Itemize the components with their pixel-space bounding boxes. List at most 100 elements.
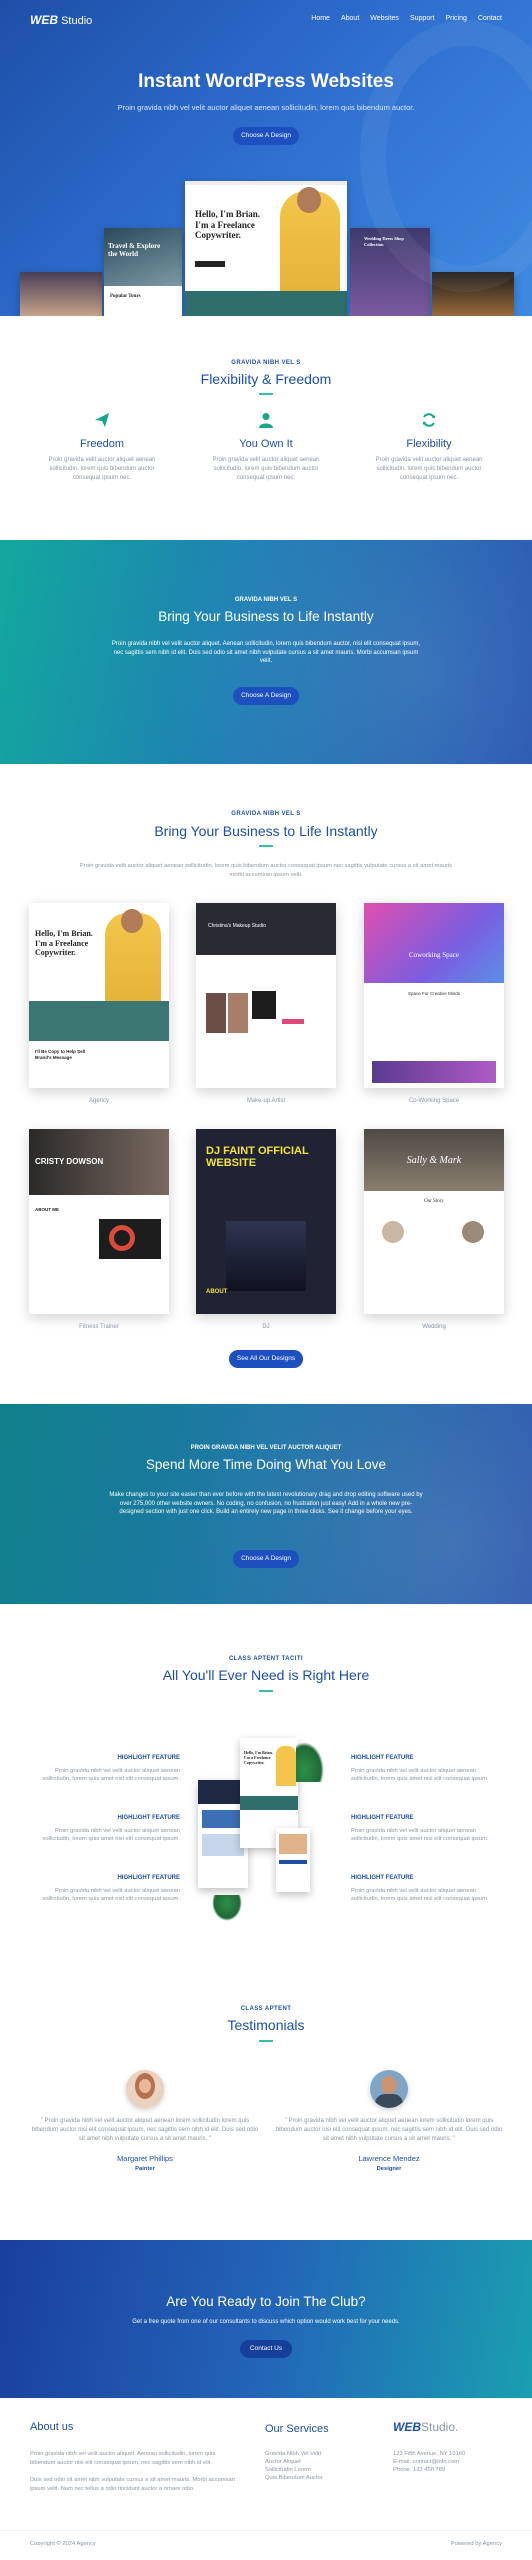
highlight-text: Proin gravida nibh vel velit auctor aliq… <box>351 1828 489 1842</box>
testimonial-name: Margaret Phillips <box>117 2154 173 2163</box>
person-icon <box>201 412 331 434</box>
cta-title: Are You Ready to Join The Club? <box>166 2294 366 2309</box>
mockup-store <box>432 272 514 316</box>
footer-services-title: Our Services <box>265 2423 329 2435</box>
nav-link-home[interactable]: Home <box>311 15 330 22</box>
feature-text: Proin gravida velit auctor aliquet aenea… <box>48 457 156 481</box>
contact-us-button[interactable]: Contact Us <box>240 2340 292 2358</box>
feature-title: You Own It <box>239 438 293 450</box>
feature-title: Flexibility <box>406 438 452 450</box>
refresh-icon <box>364 412 494 434</box>
feature-own-it: You Own It Proin gravida velit auctor al… <box>201 412 331 483</box>
design-card-agency[interactable]: Hello, I'm Brian. I'm a Freelance Copywr… <box>29 903 169 1088</box>
see-all-designs-button[interactable]: See All Our Designs <box>229 1350 303 1368</box>
features-kicker: GRAVIDA NIBH VEL S <box>231 360 301 366</box>
gallery-divider <box>259 845 273 847</box>
mockup-center-title: Hello, I'm Brian. I'm a Freelance Copywr… <box>195 209 260 240</box>
design-label: DJ <box>262 1324 270 1330</box>
logo-text: Studio <box>61 15 93 27</box>
nav-link-pricing[interactable]: Pricing <box>445 15 466 22</box>
allneed-kicker: CLASS APTENT TACITI <box>229 1656 303 1662</box>
highlight-title: HIGHLIGHT FEATURE <box>117 1815 180 1821</box>
allneed-divider <box>259 1690 273 1692</box>
nav-link-about[interactable]: About <box>341 15 359 22</box>
design-label: Fitness Trainer <box>79 1324 119 1330</box>
highlight-text: Proin gravida nibh vel velit auctor aliq… <box>42 1828 180 1842</box>
top-nav: WEB Studio Home About Websites Support P… <box>0 0 532 40</box>
footer-logo[interactable]: WEBStudio. <box>393 2420 458 2434</box>
highlight-right-1: HIGHLIGHT FEATURE Proin gravida nibh vel… <box>351 1755 491 1783</box>
highlight-title: HIGHLIGHT FEATURE <box>117 1875 180 1881</box>
footer-logo-text: Studio. <box>421 2420 459 2434</box>
testimonials-divider <box>259 2040 273 2042</box>
features-divider <box>259 393 273 395</box>
mockup-left-far <box>20 272 102 316</box>
feature-title: Freedom <box>79 438 125 450</box>
nav-links: Home About Websites Support Pricing Cont… <box>311 15 502 22</box>
footer-about-text-2: Duis sed odio sit amet nibh vulputate cu… <box>30 2477 235 2492</box>
highlight-text: Proin gravida nibh vel velit auctor aliq… <box>42 1888 180 1902</box>
feature-text: Proin gravida velit auctor aliquet aenea… <box>212 457 320 481</box>
nav-link-support[interactable]: Support <box>410 15 435 22</box>
site-logo[interactable]: WEB Studio <box>30 13 92 27</box>
banner2-title: Spend More Time Doing What You Love <box>145 1457 387 1472</box>
choose-design-button[interactable]: Choose A Design <box>233 127 299 145</box>
banner1-text: Proin gravida nibh vel velit auctor aliq… <box>111 641 421 664</box>
hero-section: WEB Studio Home About Websites Support P… <box>0 0 532 316</box>
footer-service-link[interactable]: Quis Bibendum Auctor <box>265 2474 323 2483</box>
design-label: Co-Working Space <box>408 1098 460 1104</box>
highlight-right-2: HIGHLIGHT FEATURE Proin gravida nibh vel… <box>351 1815 491 1843</box>
card-subline: I'll Be Copy to Help Sell Brand's Messag… <box>35 1049 86 1060</box>
testimonial-card: " Proin gravida nibh vel velit auctor al… <box>30 2070 260 2172</box>
testimonial-card: " Proin gravida nibh vel velit auctor al… <box>274 2070 504 2172</box>
design-label: Make-up Artist <box>246 1098 286 1104</box>
device-mockup-phone <box>276 1828 310 1892</box>
hero-title: Instant WordPress Websites <box>138 71 394 92</box>
card-headline: Christina's Makeup Studio <box>208 923 266 929</box>
mockup-travel: Travel & Explore the World Popular Tours <box>104 228 182 316</box>
nav-link-contact[interactable]: Contact <box>478 15 502 22</box>
card-subline: ABOUT <box>206 1289 228 1295</box>
avatar <box>126 2070 164 2108</box>
hero-subtitle: Proin gravida nibh vel velit auctor aliq… <box>117 103 415 112</box>
paper-plane-icon <box>37 412 167 434</box>
banner2-kicker: PROIN GRAVIDA NIBH VEL VELIT AUCTOR ALIQ… <box>190 1445 342 1451</box>
cta-text: Get a free quote from one of our consult… <box>132 2319 400 2325</box>
gallery-title: Bring Your Business to Life Instantly <box>154 823 378 839</box>
design-card-wedding[interactable]: Sally & Mark Our Story <box>364 1129 504 1314</box>
design-card-dj[interactable]: DJ FAINT OFFICIAL WEBSITE ABOUT <box>196 1129 336 1314</box>
banner1-button[interactable]: Choose A Design <box>233 687 299 705</box>
footer-about-text: Proin gravida nibh vel velit auctor aliq… <box>30 2451 216 2466</box>
testimonials-title: Testimonials <box>227 2017 305 2033</box>
banner2-button[interactable]: Choose A Design <box>233 1550 299 1568</box>
testimonial-role: Designer <box>376 2166 402 2172</box>
feature-flexibility: Flexibility Proin gravida velit auctor a… <box>364 412 494 483</box>
highlight-left-3: HIGHLIGHT FEATURE Proin gravida nibh vel… <box>40 1875 180 1903</box>
card-headline: DJ FAINT OFFICIAL WEBSITE <box>206 1145 309 1169</box>
palm-leaf-decoration-bottom <box>212 1895 242 1921</box>
mockup-travel-title: Travel & Explore the World <box>108 242 161 258</box>
highlight-text: Proin gravida nibh vel velit auctor aliq… <box>42 1768 180 1782</box>
testimonial-name: Lawrence Mendez <box>358 2154 420 2163</box>
design-card-fitness[interactable]: CRISTY DOWSON ABOUT ME <box>29 1129 169 1314</box>
design-label: Agency <box>88 1098 109 1104</box>
design-card-coworking[interactable]: Coworking Space Space For Creative Minds <box>364 903 504 1088</box>
card-subline: ABOUT ME <box>35 1207 59 1212</box>
testimonials-kicker: CLASS APTENT <box>240 2006 292 2012</box>
features-title: Flexibility & Freedom <box>200 371 332 387</box>
nav-link-websites[interactable]: Websites <box>370 15 399 22</box>
footer-logo-brand: WEB <box>393 2420 421 2434</box>
design-card-makeup[interactable]: Christina's Makeup Studio <box>196 903 336 1088</box>
footer-powered-by: Powered by Agency <box>450 2541 502 2547</box>
feature-freedom: Freedom Proin gravida velit auctor aliqu… <box>37 412 167 483</box>
gallery-kicker: GRAVIDA NIBH VEL S <box>231 811 301 817</box>
spend-time-banner: PROIN GRAVIDA NIBH VEL VELIT AUCTOR ALIQ… <box>0 1404 532 1604</box>
mockup-wedding-title: Wedding Dress Shop Collection <box>364 236 404 247</box>
highlight-left-2: HIGHLIGHT FEATURE Proin gravida nibh vel… <box>40 1815 180 1843</box>
mockup-wedding: Wedding Dress Shop Collection <box>350 228 430 316</box>
allneed-title: All You'll Ever Need is Right Here <box>162 1667 370 1683</box>
feature-text: Proin gravida velit auctor aliquet aenea… <box>375 457 483 481</box>
mockup-headline: Hello, I'm Brian. I'm a Freelance Copywr… <box>244 1750 273 1765</box>
footer-divider <box>0 2530 532 2531</box>
business-banner: GRAVIDA NIBH VEL S Bring Your Business t… <box>0 540 532 764</box>
